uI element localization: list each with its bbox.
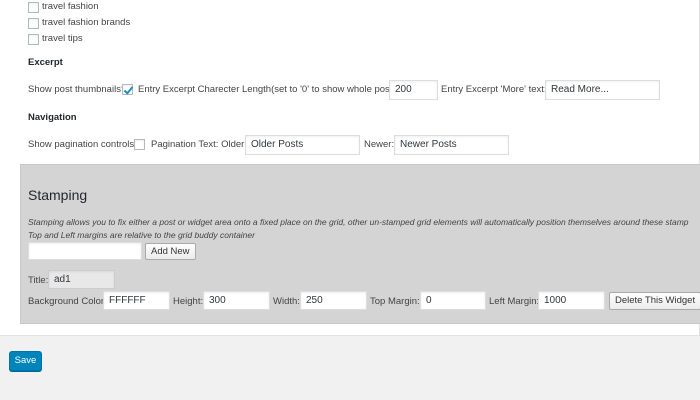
excerpt-section-title: Excerpt xyxy=(28,57,63,68)
add-new-button[interactable]: Add New xyxy=(145,243,196,260)
delete-widget-button[interactable]: Delete This Widget xyxy=(609,292,700,310)
width-label: Width: xyxy=(273,296,300,307)
excerpt-length-input[interactable]: 200 xyxy=(389,80,438,100)
stamping-title: Stamping xyxy=(28,187,88,203)
newer-posts-input[interactable]: Newer Posts xyxy=(394,135,509,155)
show-thumbnails-checkbox[interactable] xyxy=(122,84,133,95)
pagination-label: Show pagination controls: xyxy=(28,139,137,150)
category-label: travel tips xyxy=(42,33,83,44)
bg-color-input[interactable]: FFFFFF xyxy=(103,291,170,310)
height-input[interactable]: 300 xyxy=(203,291,270,310)
show-thumbnails-label: Show post thumbnails? xyxy=(28,84,127,95)
pagination-checkbox[interactable] xyxy=(134,139,145,150)
excerpt-length-label: Entry Excerpt Charecter Length(set to '0… xyxy=(138,84,399,95)
settings-panel: travel fashion travel fashion brands tra… xyxy=(0,0,700,336)
category-checkbox-travel-fashion[interactable] xyxy=(28,2,39,13)
navigation-section-title: Navigation xyxy=(28,112,77,123)
stamping-description-note: Top and Left margins are relative to the… xyxy=(28,230,255,240)
left-margin-label: Left Margin: xyxy=(489,296,540,307)
older-label: Pagination Text: Older: xyxy=(151,139,247,150)
newer-label: Newer: xyxy=(364,139,395,150)
bg-color-label: Background Color: xyxy=(28,296,107,307)
width-input[interactable]: 250 xyxy=(300,291,367,310)
widget-title-label: Title: xyxy=(28,275,49,286)
save-button[interactable]: Save xyxy=(9,351,42,371)
category-label: travel fashion brands xyxy=(42,17,131,28)
category-checkbox-travel-fashion-brands[interactable] xyxy=(28,18,39,29)
category-label: travel fashion xyxy=(42,1,99,12)
new-stamp-input[interactable] xyxy=(28,242,142,260)
widget-title-input[interactable]: ad1 xyxy=(48,270,115,289)
height-label: Height: xyxy=(173,296,204,307)
stamping-section: Stamping Stamping allows you to fix eith… xyxy=(20,164,700,324)
older-posts-input[interactable]: Older Posts xyxy=(245,135,360,155)
stamping-description: Stamping allows you to fix either a post… xyxy=(28,217,689,227)
top-margin-input[interactable]: 0 xyxy=(420,291,486,310)
category-checkbox-travel-tips[interactable] xyxy=(28,34,39,45)
excerpt-more-label: Entry Excerpt 'More' text: xyxy=(441,84,547,95)
excerpt-more-input[interactable]: Read More... xyxy=(545,80,660,100)
top-margin-label: Top Margin: xyxy=(370,296,420,307)
left-margin-input[interactable]: 1000 xyxy=(538,291,605,310)
